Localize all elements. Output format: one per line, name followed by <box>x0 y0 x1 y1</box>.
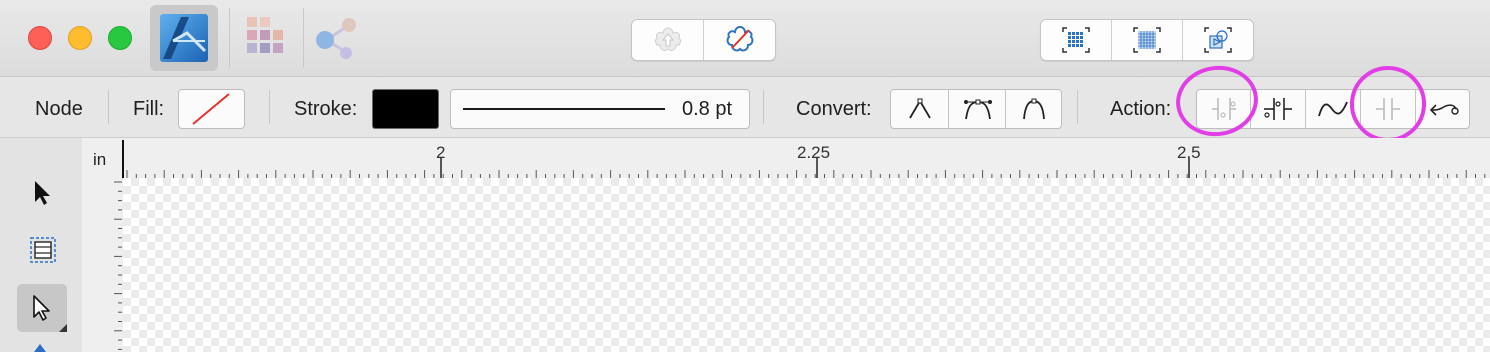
upload-flower-button[interactable] <box>632 20 703 60</box>
close-window-button[interactable] <box>28 26 52 50</box>
tool-flyout-indicator <box>59 324 67 332</box>
fill-swatch[interactable] <box>178 89 245 129</box>
close-curve-icon <box>1264 98 1292 120</box>
minimize-window-button[interactable] <box>68 26 92 50</box>
sharp-convert-icon <box>909 98 931 119</box>
smart-convert-icon <box>1023 98 1045 120</box>
node-tool-icon <box>33 295 50 321</box>
vertical-ruler <box>82 178 122 352</box>
ruler-label-2-5: 2.5 <box>1177 143 1201 162</box>
ruler-origin-line <box>122 140 124 178</box>
no-fill-icon <box>192 93 230 125</box>
action-label: Action: <box>1110 98 1172 120</box>
snap-to-geometry-button[interactable] <box>1183 20 1253 60</box>
pixel-grid-icon <box>1133 27 1161 53</box>
stroke-width-value: 0.8 pt <box>682 98 733 120</box>
close-curve-button[interactable] <box>1251 90 1305 128</box>
export-persona-button[interactable] <box>310 10 364 64</box>
ruler-label-2-25: 2.25 <box>797 143 831 162</box>
stroke-label: Stroke: <box>294 98 358 120</box>
ruler-label-2: 2 <box>436 143 446 162</box>
stroke-color-swatch[interactable] <box>372 89 439 129</box>
pixel-persona-icon <box>247 17 283 53</box>
fill-label: Fill: <box>133 98 165 120</box>
title-bar <box>0 0 1490 77</box>
artboard-tool-button[interactable] <box>17 226 67 272</box>
node-tool-button[interactable] <box>17 284 67 332</box>
move-tool-icon <box>35 181 50 205</box>
designer-persona-icon <box>160 14 208 62</box>
horizontal-ruler <box>82 138 1490 179</box>
grid-icon <box>1062 27 1090 53</box>
convert-button-group <box>890 89 1062 129</box>
stroke-preview-line <box>463 108 665 110</box>
grid-segmented-control <box>1040 19 1254 61</box>
convert-smooth-button[interactable] <box>949 90 1005 128</box>
export-persona-icon <box>316 18 356 59</box>
pixel-persona-button[interactable] <box>240 10 294 64</box>
stroke-width-control[interactable]: 0.8 pt <box>450 89 750 129</box>
smooth-convert-icon <box>964 99 992 120</box>
next-tool-partial-icon <box>34 344 46 352</box>
artboard-tool-icon <box>30 237 56 263</box>
move-tool-button[interactable] <box>17 170 67 216</box>
convert-smart-button[interactable] <box>1006 90 1062 128</box>
pixel-grid-button[interactable] <box>1112 20 1182 60</box>
document-canvas[interactable] <box>123 178 1490 352</box>
ruler-unit-label: in <box>93 150 107 169</box>
zoom-window-button[interactable] <box>108 26 132 50</box>
snap-to-grid-button[interactable] <box>1041 20 1111 60</box>
reverse-curve-icon <box>1429 104 1459 116</box>
smooth-curve-icon <box>1318 101 1348 117</box>
convert-sharp-button[interactable] <box>891 90 948 128</box>
upload-flower-icon <box>655 27 681 51</box>
no-fill-flower-icon <box>726 25 754 52</box>
designer-persona-button[interactable] <box>150 5 218 71</box>
convert-label: Convert: <box>796 98 872 120</box>
no-fill-flower-button[interactable] <box>704 20 775 60</box>
node-label: Node <box>35 98 83 120</box>
share-segmented-control <box>631 19 776 61</box>
geometry-snap-icon <box>1204 27 1232 53</box>
